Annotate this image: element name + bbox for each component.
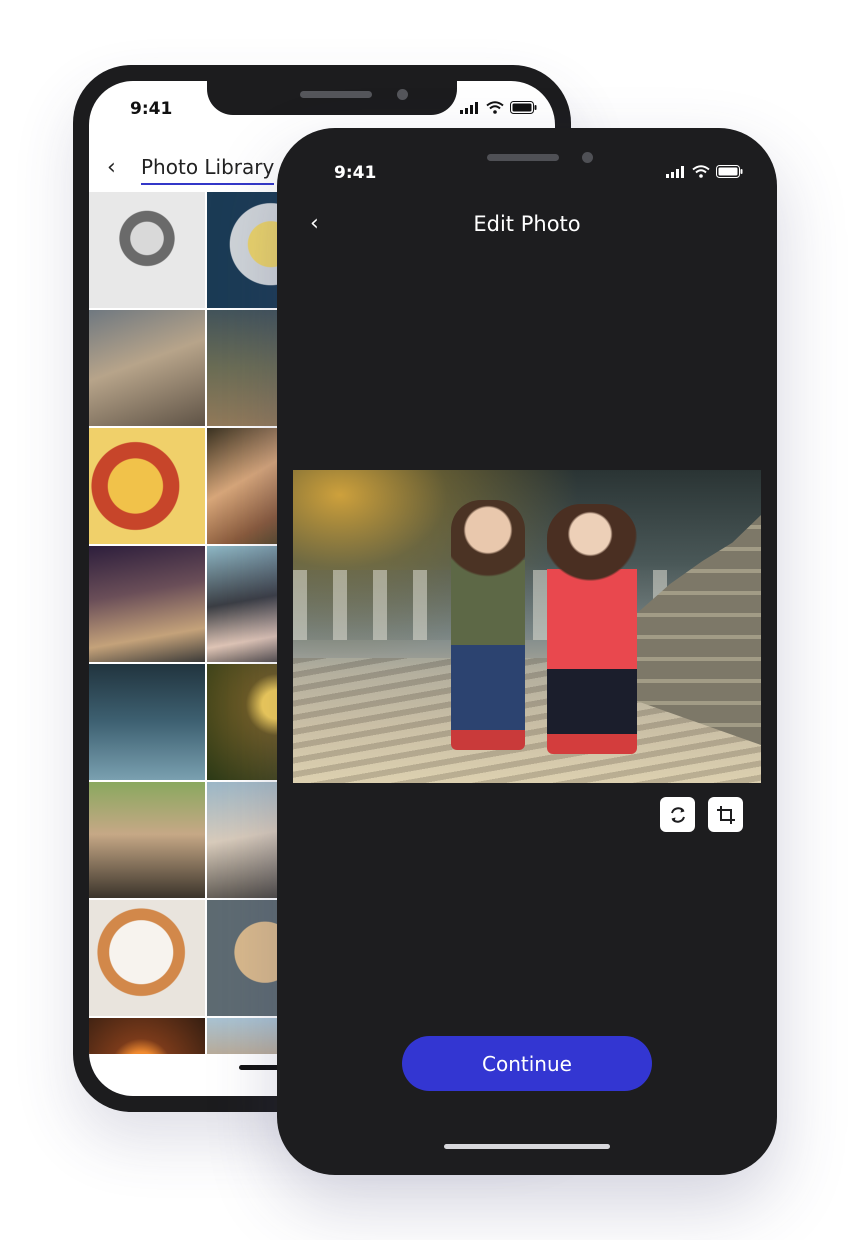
continue-button[interactable]: Continue [402,1036,652,1091]
crop-button[interactable] [708,797,743,832]
rotate-button[interactable] [660,797,695,832]
photo-thumbnail[interactable] [89,310,205,426]
chevron-left-icon[interactable]: ‹ [107,155,116,180]
photo-thumbnail[interactable] [89,1018,205,1054]
wifi-icon [486,101,504,114]
status-time: 9:41 [130,99,173,119]
page-title: Photo Library [141,155,275,185]
phone-edit-photo: 9:41 ‹ Edit Photo Continue [277,128,777,1175]
photo-thumbnail[interactable] [89,546,205,662]
notch [207,81,457,115]
home-indicator [444,1144,610,1149]
speaker-grille [300,91,372,98]
photo-thumbnail[interactable] [89,428,205,544]
photo-thumbnail[interactable] [89,782,205,898]
photo-thumbnail[interactable] [89,192,205,308]
photo-preview[interactable] [293,470,761,783]
status-icons [666,165,743,178]
front-camera [397,89,408,100]
photo-child-boy [451,500,525,750]
wifi-icon [692,165,710,178]
front-camera [582,152,593,163]
photo-thumbnail[interactable] [89,900,205,1016]
photo-child-girl [547,504,637,754]
page-title: Edit Photo [473,212,581,236]
status-icons [460,101,537,114]
speaker-grille [487,154,559,161]
battery-icon [716,165,743,178]
signal-icon [460,101,478,114]
crop-icon [716,805,735,824]
signal-icon [666,165,684,178]
battery-icon [510,101,537,114]
photo-thumbnail[interactable] [89,664,205,780]
rotate-icon [670,806,685,823]
status-time: 9:41 [334,163,377,183]
